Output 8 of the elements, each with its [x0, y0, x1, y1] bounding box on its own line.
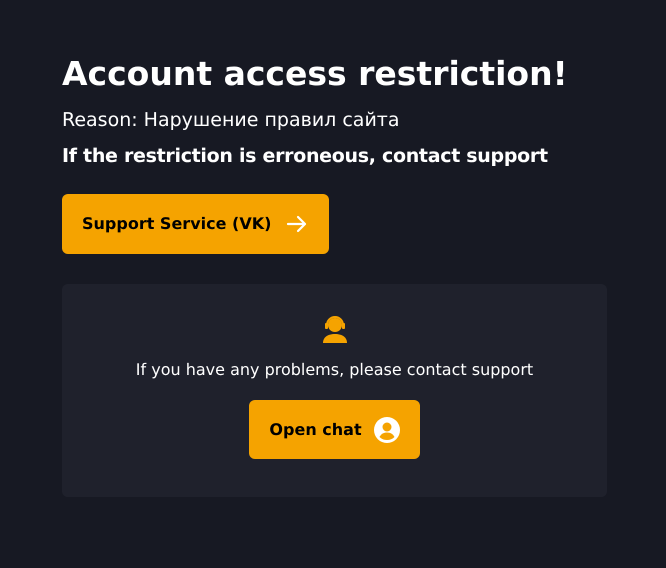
- headset-person-icon: [320, 314, 348, 344]
- user-circle-icon: [374, 416, 400, 442]
- open-chat-button[interactable]: Open chat: [249, 400, 420, 459]
- page-title: Account access restriction!: [62, 53, 569, 95]
- notice-text: If the restriction is erroneous, contact support: [62, 144, 549, 169]
- reason-text: Reason: Нарушение правил сайта: [62, 108, 401, 133]
- support-button[interactable]: Support Service (VK): [62, 194, 330, 254]
- support-text: If you have any problems, please contact support: [136, 359, 534, 381]
